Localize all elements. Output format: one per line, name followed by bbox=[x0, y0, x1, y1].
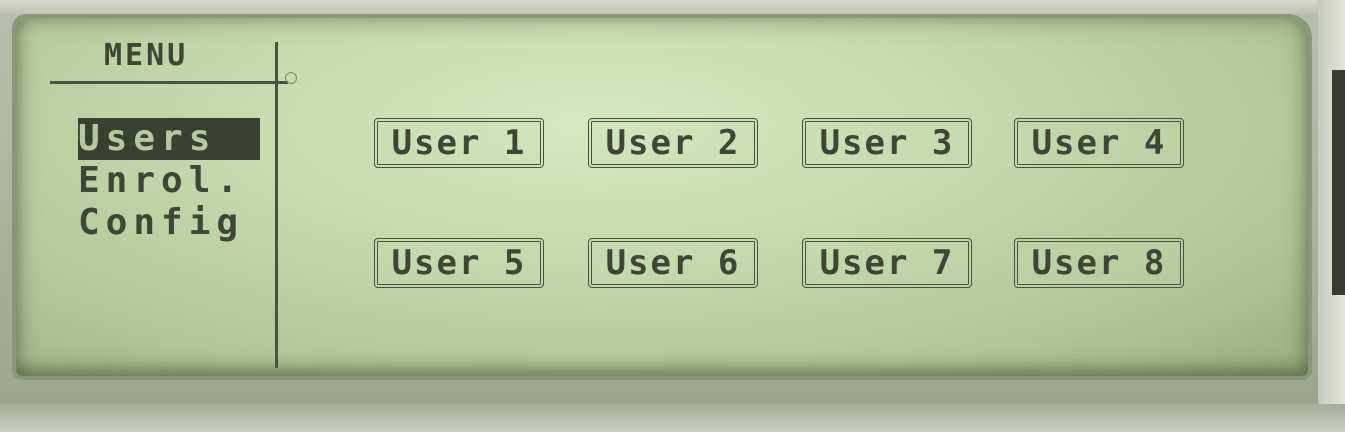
menu-item-users[interactable]: Users bbox=[78, 118, 260, 160]
user-8-button[interactable]: User 8 bbox=[1014, 238, 1184, 288]
user-1-button[interactable]: User 1 bbox=[374, 118, 544, 168]
lcd-screen: MENU Users Enrol. Config User 1 User 2 U… bbox=[12, 14, 1312, 380]
user-3-button[interactable]: User 3 bbox=[802, 118, 972, 168]
menu-item-config[interactable]: Config bbox=[78, 202, 273, 244]
user-6-button[interactable]: User 6 bbox=[588, 238, 758, 288]
menu-item-enrol[interactable]: Enrol. bbox=[78, 160, 273, 202]
user-2-button[interactable]: User 2 bbox=[588, 118, 758, 168]
device-bezel-bottom bbox=[0, 404, 1345, 432]
user-4-button[interactable]: User 4 bbox=[1014, 118, 1184, 168]
screen-dot-marker bbox=[285, 72, 297, 84]
device-edge-shadow bbox=[1332, 70, 1345, 295]
menu-divider bbox=[275, 42, 278, 368]
menu-title-underline bbox=[50, 81, 288, 84]
menu-list: Users Enrol. Config bbox=[78, 118, 273, 244]
menu-title: MENU bbox=[104, 38, 189, 73]
user-7-button[interactable]: User 7 bbox=[802, 238, 972, 288]
device-bezel-right bbox=[1318, 0, 1345, 432]
device-bezel-top bbox=[0, 0, 1345, 14]
user-5-button[interactable]: User 5 bbox=[374, 238, 544, 288]
